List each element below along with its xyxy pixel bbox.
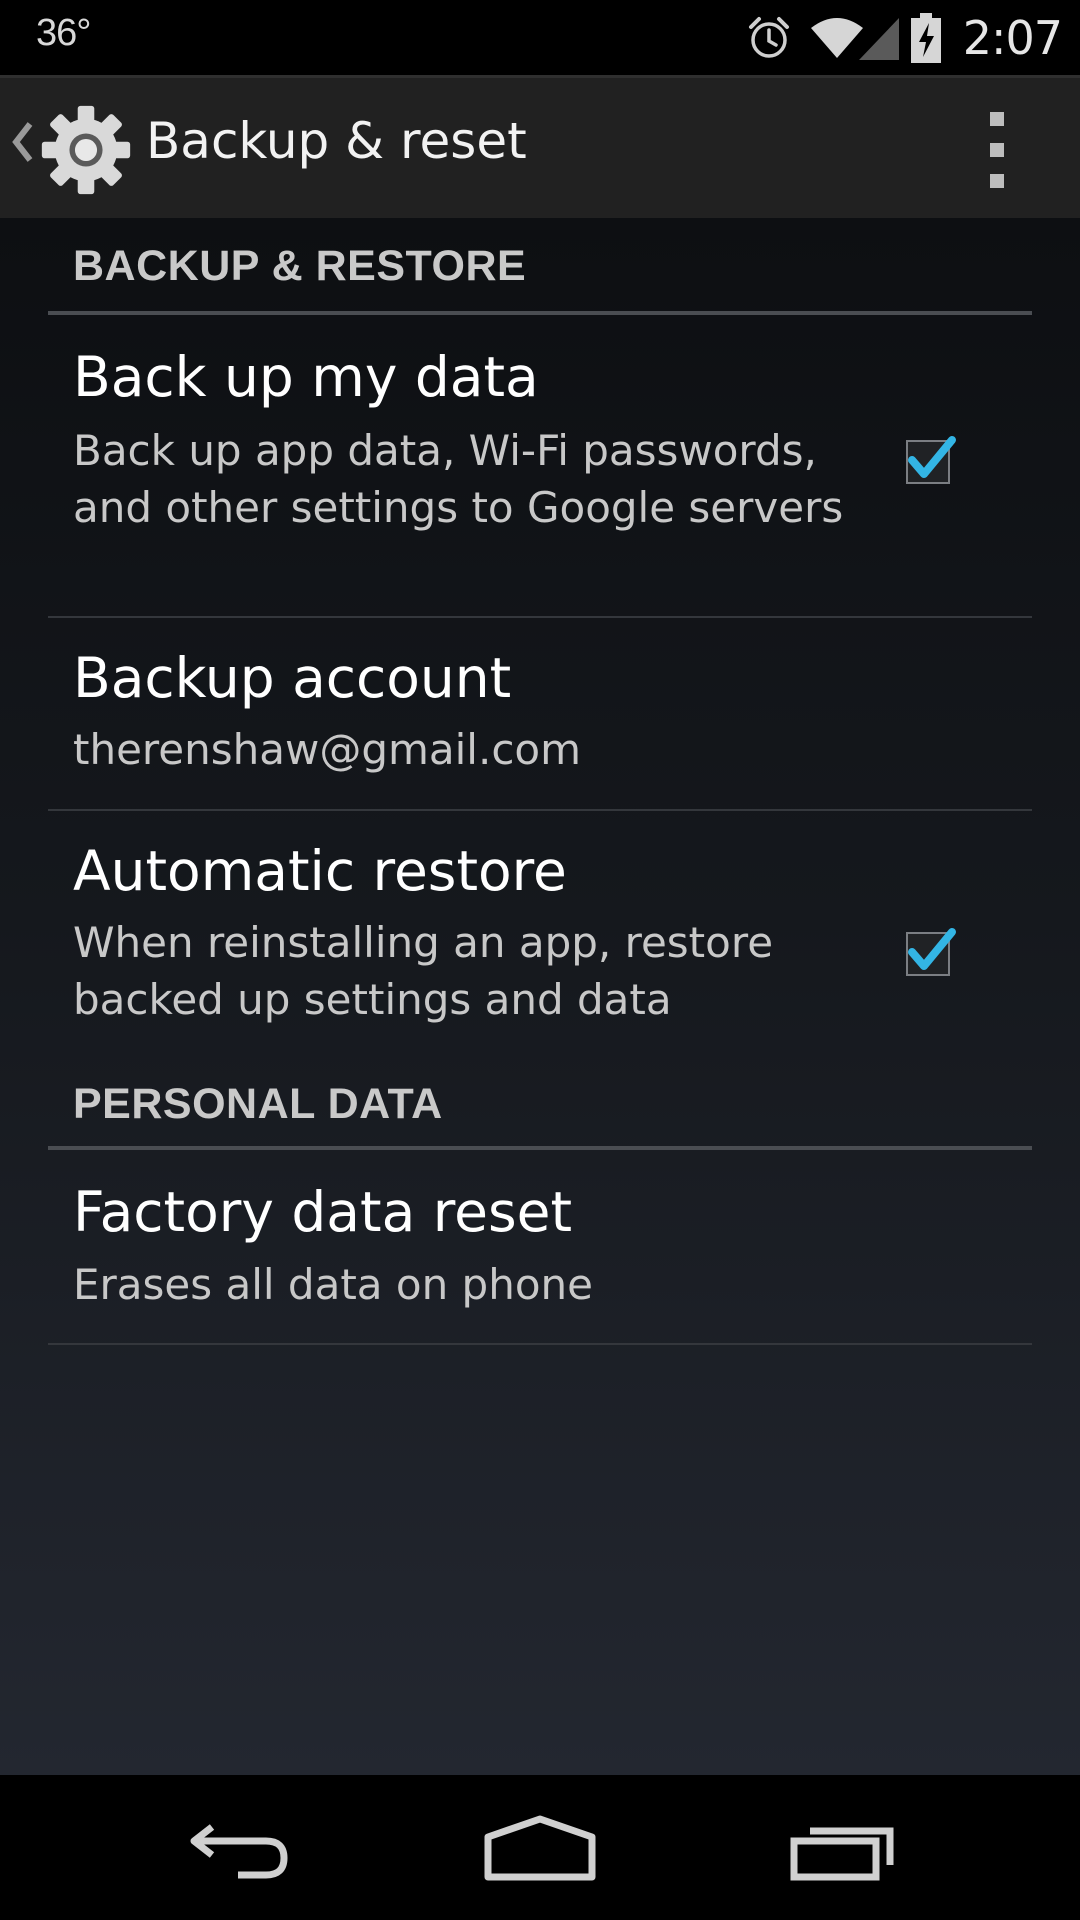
action-bar: Backup & reset <box>0 75 1080 218</box>
page-title: Backup & reset <box>146 112 527 170</box>
status-bar: 36° 2:07 <box>0 0 1080 75</box>
status-time: 2:07 <box>962 10 1063 65</box>
cell-signal-icon <box>858 17 899 60</box>
up-caret-icon[interactable] <box>10 120 34 164</box>
alarm-icon <box>748 16 789 58</box>
pref-title: Back up my data <box>73 345 539 409</box>
checkmark-icon <box>908 928 956 970</box>
checkmark-icon <box>908 436 956 478</box>
pref-title: Factory data reset <box>73 1180 573 1244</box>
recents-icon[interactable] <box>790 1815 896 1885</box>
overflow-dot <box>990 112 1004 126</box>
navigation-bar <box>0 1775 1080 1920</box>
status-temperature: 36° <box>36 12 91 54</box>
overflow-dot <box>990 174 1004 188</box>
battery-charging-icon <box>910 12 941 63</box>
pref-title: Automatic restore <box>73 839 567 903</box>
pref-summary: When reinstalling an app, restore backed… <box>73 918 774 1024</box>
back-icon[interactable] <box>186 1815 292 1885</box>
home-icon[interactable] <box>484 1815 596 1885</box>
overflow-menu-icon[interactable] <box>975 112 1019 188</box>
pref-title: Backup account <box>73 646 512 710</box>
auto-restore-checkbox[interactable] <box>906 928 956 976</box>
backup-data-checkbox[interactable] <box>906 436 956 484</box>
pref-summary: Back up app data, Wi-Fi passwords, and o… <box>73 426 844 532</box>
pref-automatic-restore[interactable]: Automatic restore When reinstalling an a… <box>48 811 1032 1058</box>
pref-summary: therenshaw@gmail.com <box>73 725 582 774</box>
overflow-dot <box>990 143 1004 157</box>
section-header-backup-restore: BACKUP & RESTORE <box>48 218 1032 315</box>
pref-back-up-my-data[interactable]: Back up my data Back up app data, Wi-Fi … <box>48 315 1032 618</box>
screen: 36° 2:07 Backup & reset BACKUP & RESTORE… <box>0 0 1080 1920</box>
status-icons: 2:07 <box>735 0 1063 75</box>
section-header-personal-data: PERSONAL DATA <box>48 1058 1032 1150</box>
pref-factory-data-reset[interactable]: Factory data reset Erases all data on ph… <box>48 1150 1032 1345</box>
section-header-label: PERSONAL DATA <box>73 1080 443 1128</box>
settings-gear-icon[interactable] <box>40 104 132 196</box>
section-header-label: BACKUP & RESTORE <box>73 242 527 290</box>
pref-summary: Erases all data on phone <box>73 1260 593 1309</box>
settings-list: BACKUP & RESTORE Back up my data Back up… <box>0 218 1080 1775</box>
pref-backup-account[interactable]: Backup account therenshaw@gmail.com <box>48 618 1032 811</box>
